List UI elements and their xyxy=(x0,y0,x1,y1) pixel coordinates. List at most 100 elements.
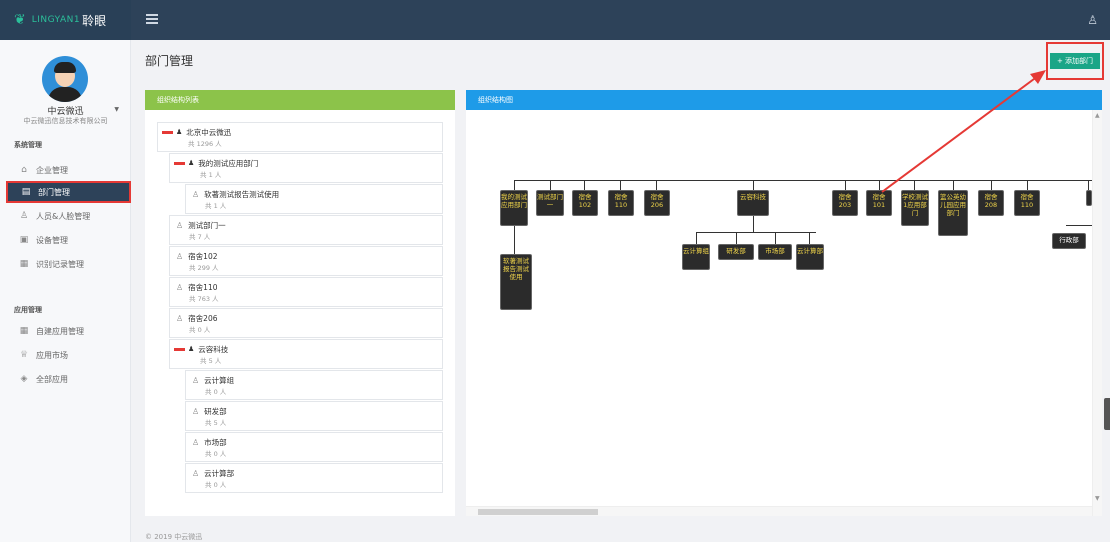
sidebar-item-people-face[interactable]: ♙ 人员&人脸管理 xyxy=(6,205,131,227)
scroll-thumb[interactable] xyxy=(478,509,598,515)
sidebar-item-app-market[interactable]: ♕ 应用市场 xyxy=(6,344,131,366)
side-drawer-handle[interactable] xyxy=(1104,398,1110,430)
tree-node[interactable]: ♟ 云容科技 共 5 人 xyxy=(169,339,443,369)
sidebar-item-label: 人员&人脸管理 xyxy=(36,211,91,221)
scroll-down-icon[interactable]: ▼ xyxy=(1095,495,1100,502)
org-node[interactable]: 软著测试报告测试使用 xyxy=(500,254,532,310)
org-tree[interactable]: ♟ 北京中云微迅 共 1296 人 ♟ 我的测试应用部门 共 1 人 ♙ 软著测试报告… xyxy=(157,122,447,500)
sidebar-item-label: 自建应用管理 xyxy=(36,326,84,336)
connector-line xyxy=(656,180,657,190)
collapse-icon[interactable] xyxy=(174,161,185,165)
tree-node[interactable]: ♙ 云计算组 共 0 人 xyxy=(185,370,443,400)
user-icon: ♙ xyxy=(176,251,184,261)
connector-line xyxy=(514,180,515,190)
org-node[interactable]: 测试部门一 xyxy=(536,190,564,216)
caret-down-icon[interactable]: ▼ xyxy=(114,106,119,113)
device-icon: ▣ xyxy=(19,235,29,245)
logo-mark-icon: ❦ xyxy=(14,12,26,28)
node-count: 共 0 人 xyxy=(205,388,227,396)
org-node[interactable]: 云容科技 xyxy=(737,190,769,216)
tree-node[interactable]: ♙ 宿舍102 共 299 人 xyxy=(169,246,443,276)
connector-line xyxy=(775,232,776,244)
sidebar-item-label: 应用市场 xyxy=(36,350,68,360)
tree-node[interactable]: ♟ 北京中云微迅 共 1296 人 xyxy=(157,122,443,152)
tree-node[interactable]: ♙ 云计算部 共 0 人 xyxy=(185,463,443,493)
collapse-icon[interactable] xyxy=(174,347,185,351)
org-node[interactable]: 宿舍208 xyxy=(978,190,1004,216)
avatar[interactable] xyxy=(42,56,88,102)
scroll-up-icon[interactable]: ▲ xyxy=(1095,112,1100,119)
org-node[interactable]: 我的测试应用部门 xyxy=(500,190,528,226)
org-chart-panel: 组织结构图 我的测试应用部门 测试部门一 宿舍102 宿舍110 宿舍206 云… xyxy=(466,90,1102,516)
node-name: 云容科技 xyxy=(198,344,229,354)
connector-line xyxy=(879,180,880,190)
connector-line xyxy=(696,232,697,244)
org-node[interactable]: 宿舍110 xyxy=(1014,190,1040,216)
tree-node[interactable]: ♙ 软著测试报告测试使用 共 1 人 xyxy=(185,184,443,214)
company-name: 中云微迅信息技术有限公司 xyxy=(23,117,108,125)
sidebar-item-label: 识别记录管理 xyxy=(36,259,84,269)
org-node[interactable]: 宿舍206 xyxy=(644,190,670,216)
user-icon: ♙ xyxy=(176,282,184,292)
add-department-button[interactable]: + 添加部门 xyxy=(1050,53,1100,69)
org-node[interactable]: 篮公英幼儿园应用部门 xyxy=(938,190,968,236)
org-node[interactable]: 宿舍203 xyxy=(832,190,858,216)
org-node[interactable]: 行政部 xyxy=(1052,233,1086,249)
sidebar-item-all-apps[interactable]: ◈ 全部应用 xyxy=(6,368,131,390)
node-name: 云计算组 xyxy=(204,375,235,385)
org-node[interactable]: 云计算组 xyxy=(682,244,710,270)
sidebar-item-label: 企业管理 xyxy=(36,165,68,175)
node-count: 共 299 人 xyxy=(189,264,219,272)
connector-line xyxy=(809,232,810,244)
market-icon: ♕ xyxy=(19,350,29,360)
user-icon[interactable]: ♙ xyxy=(1087,13,1098,27)
page-title: 部门管理 xyxy=(145,54,194,68)
org-node[interactable]: 宿舍110 xyxy=(608,190,634,216)
sidebar-item-label: 全部应用 xyxy=(36,374,68,384)
tree-node[interactable]: ♙ 市场部 共 0 人 xyxy=(185,432,443,462)
horizontal-scrollbar[interactable] xyxy=(466,506,1092,516)
node-count: 共 5 人 xyxy=(205,419,227,427)
org-list-panel: 组织结构列表 ♟ 北京中云微迅 共 1296 人 ♟ 我的测试应用部门 共 1 人 … xyxy=(145,90,455,516)
tree-node[interactable]: ♙ 宿舍206 共 0 人 xyxy=(169,308,443,338)
tree-node[interactable]: ♙ 研发部 共 5 人 xyxy=(185,401,443,431)
user-icon: ♙ xyxy=(176,313,184,323)
tree-node[interactable]: ♙ 宿舍110 共 763 人 xyxy=(169,277,443,307)
add-button-highlight: + 添加部门 xyxy=(1046,42,1104,80)
sidebar-item-records[interactable]: ▦ 识别记录管理 xyxy=(6,253,131,275)
home-icon: ⌂ xyxy=(21,165,27,175)
org-node[interactable]: 学校测试1应用部门 xyxy=(901,190,929,226)
node-name: 市场部 xyxy=(204,437,227,447)
node-name: 研发部 xyxy=(204,406,227,416)
group-icon: ♟ xyxy=(188,159,195,167)
node-count: 共 5 人 xyxy=(200,357,222,365)
node-name: 软著测试报告测试使用 xyxy=(204,189,280,199)
connector-line xyxy=(1066,225,1092,226)
sidebar-item-device[interactable]: ▣ 设备管理 xyxy=(6,229,131,251)
sidebar-item-enterprise[interactable]: ⌂ 企业管理 xyxy=(6,159,131,181)
org-node[interactable]: 市场部 xyxy=(758,244,792,260)
connector-line xyxy=(953,180,954,190)
hamburger-icon[interactable] xyxy=(146,14,158,24)
org-chart-header: 组织结构图 xyxy=(466,90,1102,110)
node-name: 宿舍206 xyxy=(188,313,218,323)
sidebar-item-custom-apps[interactable]: ▦ 自建应用管理 xyxy=(6,320,131,342)
org-node[interactable]: 研发部 xyxy=(718,244,754,260)
tree-node[interactable]: ♙ 测试部门一 共 7 人 xyxy=(169,215,443,245)
section-system-title: 系统管理 xyxy=(14,141,42,149)
org-node[interactable]: 宿舍101 xyxy=(866,190,892,216)
tree-node[interactable]: ♟ 我的测试应用部门 共 1 人 xyxy=(169,153,443,183)
logo[interactable]: ❦ LINGYAN1 聆眼 xyxy=(0,0,131,40)
record-icon: ▦ xyxy=(19,259,29,269)
connector-line xyxy=(914,180,915,190)
node-count: 共 7 人 xyxy=(189,233,211,241)
sidebar-item-department[interactable]: ▤ 部门管理 xyxy=(6,181,131,203)
person-icon: ♙ xyxy=(19,211,29,221)
org-node[interactable]: 宿舍102 xyxy=(572,190,598,216)
group-icon: ♟ xyxy=(176,128,183,136)
connector-line xyxy=(991,180,992,190)
vertical-scrollbar[interactable]: ▲ ▼ xyxy=(1092,110,1102,516)
org-node[interactable]: 云计算部 xyxy=(796,244,824,270)
collapse-icon[interactable] xyxy=(162,130,173,134)
node-name: 宿舍110 xyxy=(188,282,218,292)
